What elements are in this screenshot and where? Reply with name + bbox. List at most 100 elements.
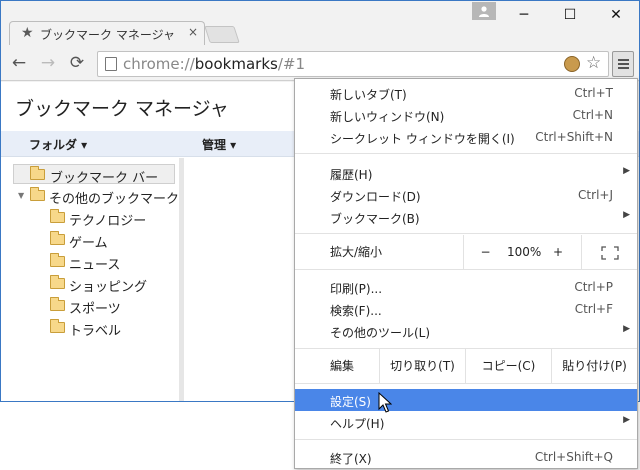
menu-item-downloads[interactable]: ダウンロード(D) Ctrl+J [295, 184, 637, 206]
menu-item-label: 終了(X) [330, 452, 372, 466]
expand-arrow-icon[interactable]: ▼ [18, 191, 24, 200]
tab-close-button[interactable]: × [188, 25, 198, 39]
menu-item-history[interactable]: 履歴(H) ▶ [295, 162, 637, 184]
menu-item-find[interactable]: 検索(F)... Ctrl+F [295, 298, 637, 320]
fullscreen-icon [600, 245, 619, 260]
folder-open-icon [30, 187, 45, 201]
folder-icon [50, 209, 65, 223]
back-button[interactable]: ← [9, 53, 29, 73]
tree-item-news[interactable]: ニュース [1, 252, 179, 273]
cut-button[interactable]: 切り取り(T) [379, 349, 465, 383]
tree-item-other-bookmarks[interactable]: ▼ その他のブックマーク [1, 186, 180, 207]
bookmark-star-icon[interactable]: ☆ [586, 53, 601, 73]
zoom-level: 100% [507, 245, 542, 259]
menu-separator [295, 269, 637, 270]
edit-row: 編集 切り取り(T) コピー(C) 貼り付け(P) [295, 349, 637, 383]
menu-item-label: 検索(F)... [330, 304, 382, 318]
menu-bar-line [618, 63, 629, 65]
menu-item-help[interactable]: ヘルプ(H) ▶ [295, 411, 637, 433]
tree-item-label: ブックマーク バー [50, 171, 159, 186]
menu-item-label: ダウンロード(D) [330, 190, 421, 204]
tree-item-travel[interactable]: トラベル [1, 318, 179, 339]
paste-button[interactable]: 貼り付け(P) [551, 349, 637, 383]
tree-item-label: テクノロジー [69, 214, 147, 229]
folder-icon [50, 231, 65, 245]
menu-item-bookmarks[interactable]: ブックマーク(B) ▶ [295, 206, 637, 228]
menu-item-more-tools[interactable]: その他のツール(L) ▶ [295, 320, 637, 342]
organize-menu[interactable]: 管理 ▾ [202, 136, 236, 153]
reload-button[interactable]: ⟳ [67, 53, 87, 73]
url-text[interactable]: chrome://bookmarks/#1 [123, 55, 305, 73]
new-tab-button[interactable] [204, 26, 240, 43]
menu-item-label: 新しいウィンドウ(N) [330, 110, 445, 124]
edit-label: 編集 [330, 359, 355, 373]
menu-item-settings[interactable]: 設定(S) [295, 389, 637, 411]
minimize-button[interactable]: ─ [501, 1, 547, 31]
zoom-row: 拡大/縮小 − 100% + [295, 235, 637, 269]
menu-item-shortcut: Ctrl+N [572, 108, 613, 122]
menu-item-label: ヘルプ(H) [330, 417, 385, 431]
tab-bookmark-manager[interactable]: ★ ブックマーク マネージャ × [9, 21, 205, 45]
tree-item-shopping[interactable]: ショッピング [1, 274, 179, 295]
page-icon [105, 57, 117, 71]
menu-item-new-tab[interactable]: 新しいタブ(T) Ctrl+T [295, 82, 637, 104]
menu-item-label: シークレット ウィンドウを開く(I) [330, 132, 515, 146]
menu-item-label: その他のツール(L) [330, 326, 431, 340]
tree-item-games[interactable]: ゲーム [1, 230, 179, 251]
mouse-pointer-icon [378, 392, 392, 413]
submenu-arrow-icon: ▶ [623, 415, 630, 425]
folder-tree: ブックマーク バー ▼ その他のブックマーク テクノロジー ゲーム ニュース シ… [1, 158, 179, 401]
forward-button[interactable]: → [38, 53, 58, 73]
tree-item-label: ショッピング [69, 280, 148, 295]
folder-icon [50, 297, 65, 311]
menu-separator [295, 439, 637, 440]
tree-item-label: ニュース [69, 258, 121, 273]
menu-item-shortcut: Ctrl+J [578, 188, 613, 202]
menu-item-label: 履歴(H) [330, 168, 373, 182]
menu-item-label: ブックマーク(B) [330, 212, 420, 226]
folder-icon [30, 166, 45, 180]
menu-separator [295, 383, 637, 384]
fullscreen-button[interactable] [581, 235, 637, 269]
submenu-arrow-icon: ▶ [623, 166, 630, 176]
zoom-in-button[interactable]: + [535, 235, 581, 269]
close-window-button[interactable]: ✕ [593, 1, 639, 31]
tree-item-sports[interactable]: スポーツ [1, 296, 179, 317]
tree-item-label: スポーツ [69, 302, 121, 317]
zoom-label: 拡大/縮小 [330, 245, 383, 259]
folders-menu[interactable]: フォルダ ▾ [29, 136, 87, 153]
pane-splitter[interactable] [179, 158, 184, 401]
menu-item-new-window[interactable]: 新しいウィンドウ(N) Ctrl+N [295, 104, 637, 126]
star-icon: ★ [21, 25, 34, 41]
menu-separator [295, 233, 637, 234]
maximize-button[interactable]: ☐ [547, 1, 593, 31]
zoom-out-button[interactable]: − [463, 235, 507, 269]
chrome-menu-button[interactable] [612, 51, 634, 77]
tree-item-label: その他のブックマーク [49, 192, 180, 207]
tree-item-technology[interactable]: テクノロジー [1, 208, 179, 229]
menu-item-shortcut: Ctrl+Shift+Q [534, 450, 613, 464]
menu-item-shortcut: Ctrl+T [574, 86, 613, 100]
menu-item-shortcut: Ctrl+P [574, 280, 613, 294]
menu-item-exit[interactable]: 終了(X) Ctrl+Shift+Q [295, 446, 637, 468]
profile-button[interactable] [472, 2, 496, 20]
folder-icon [50, 253, 65, 267]
menu-item-shortcut: Ctrl+Shift+N [535, 130, 613, 144]
menu-separator [295, 153, 637, 154]
menu-item-label: 新しいタブ(T) [330, 88, 407, 102]
menu-bar-line [618, 67, 629, 69]
tree-item-label: ゲーム [69, 236, 108, 251]
submenu-arrow-icon: ▶ [623, 210, 630, 220]
tree-item-bookmarks-bar[interactable]: ブックマーク バー [13, 164, 175, 186]
cookie-icon[interactable] [564, 56, 580, 72]
menu-item-shortcut: Ctrl+F [574, 302, 613, 316]
address-bar[interactable]: chrome://bookmarks/#1 ☆ [97, 51, 609, 77]
copy-button[interactable]: コピー(C) [465, 349, 551, 383]
tab-title: ブックマーク マネージャ [40, 28, 175, 42]
title-bar: ★ ブックマーク マネージャ × ─ ☐ ✕ [1, 1, 639, 45]
menu-item-incognito[interactable]: シークレット ウィンドウを開く(I) Ctrl+Shift+N [295, 126, 637, 148]
chrome-menu: 新しいタブ(T) Ctrl+T 新しいウィンドウ(N) Ctrl+N シークレッ… [294, 78, 638, 469]
menu-item-print[interactable]: 印刷(P)... Ctrl+P [295, 276, 637, 298]
folder-icon [50, 275, 65, 289]
menu-bar-line [618, 59, 629, 61]
